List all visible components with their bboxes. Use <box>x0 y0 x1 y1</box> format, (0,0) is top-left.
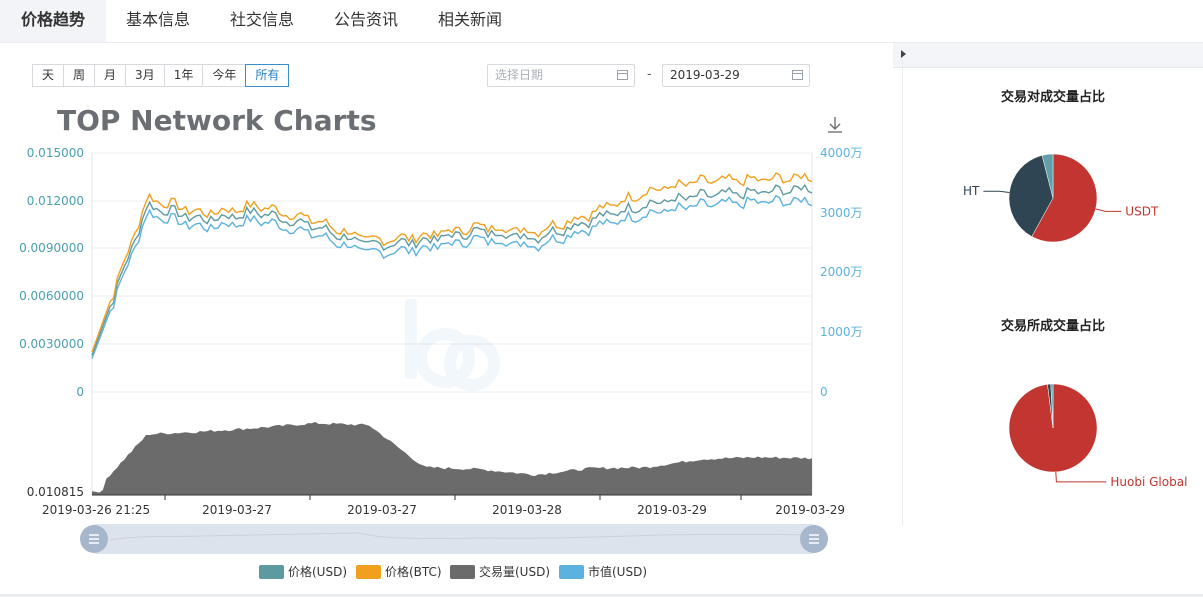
legend-swatch <box>450 565 475 579</box>
x-axis-tick: 2019-03-27 <box>202 503 272 517</box>
volume-area <box>92 422 812 495</box>
right-axis: 4000万 3000万 2000万 1000万 0 <box>820 146 863 399</box>
pie1-chart: USDT HT <box>963 153 1159 243</box>
x-axis-tick: 2019-03-29 <box>775 503 845 517</box>
left-axis-tick: 0.0060000 <box>19 289 84 303</box>
pie1-label: USDT <box>1125 204 1159 218</box>
pie2-label: Huobi Global <box>1110 475 1187 489</box>
pie1-label-line <box>1095 208 1122 212</box>
legend-label: 市值(USD) <box>588 564 647 579</box>
download-icon[interactable] <box>828 117 842 133</box>
left-axis-tick: 0.0030000 <box>19 337 84 351</box>
legend-item-market-cap[interactable]: 市值(USD) <box>559 564 647 579</box>
period-all-button[interactable]: 所有 <box>245 64 290 87</box>
left-axis: 0.015000 0.012000 0.0090000 0.0060000 0.… <box>19 146 84 399</box>
legend-label: 交易量(USD) <box>479 564 550 579</box>
legend-swatch <box>356 565 381 579</box>
x-axis-ticks <box>164 495 742 500</box>
right-axis-tick: 3000万 <box>820 206 863 220</box>
tab-social-info[interactable]: 社交信息 <box>210 0 314 42</box>
x-axis-tick: 2019-03-28 <box>492 503 562 517</box>
legend-label: 价格(USD) <box>288 564 347 579</box>
legend-label: 价格(BTC) <box>385 564 442 579</box>
watermark-logo <box>405 299 500 391</box>
left-axis-tick: 0.015000 <box>27 146 84 160</box>
legend: 价格(USD) 价格(BTC) 交易量(USD) 市值(USD) <box>259 564 647 579</box>
x-axis-labels: 2019-03-26 21:25 2019-03-27 2019-03-27 2… <box>42 503 845 517</box>
legend-swatch <box>259 565 284 579</box>
right-axis-tick: 4000万 <box>820 146 863 160</box>
pie1-label-line <box>983 190 1010 193</box>
tab-announcements[interactable]: 公告资讯 <box>314 0 418 42</box>
pie1-label: HT <box>963 184 980 198</box>
left-axis-tick: 0 <box>76 385 84 399</box>
legend-swatch <box>559 565 584 579</box>
tab-basic-info[interactable]: 基本信息 <box>106 0 210 42</box>
chart-panel: 天 周 月 3月 1年 今年 所有 选择日期 - 2019-03-29 TOP … <box>0 43 892 595</box>
tab-price-trend[interactable]: 价格趋势 <box>0 0 106 42</box>
x-axis-tick: 2019-03-29 <box>637 503 707 517</box>
price-chart: TOP Network Charts 0.015000 0.012000 0.0… <box>19 104 863 579</box>
right-axis-tick: 2000万 <box>820 265 863 279</box>
pie2-chart: Huobi Global <box>1008 383 1187 489</box>
legend-item-volume[interactable]: 交易量(USD) <box>450 564 550 579</box>
left-axis-tick: 0.012000 <box>27 194 84 208</box>
right-axis-tick: 0 <box>820 385 828 399</box>
x-axis-tick: 2019-03-26 21:25 <box>42 503 150 517</box>
volume-min-label: 0.010815 <box>27 485 84 499</box>
zoom-handle-right[interactable] <box>800 525 828 553</box>
legend-item-price-usd[interactable]: 价格(USD) <box>259 564 347 579</box>
pie-charts: USDT HT Huobi Global <box>963 153 1187 489</box>
left-axis-tick: 0.0090000 <box>19 241 84 255</box>
tab-bar: 价格趋势 基本信息 社交信息 公告资讯 相关新闻 <box>0 0 1203 43</box>
pie2-label-line <box>1055 471 1107 483</box>
volume-series <box>92 422 812 495</box>
tab-related-news[interactable]: 相关新闻 <box>418 0 522 42</box>
legend-item-price-btc[interactable]: 价格(BTC) <box>356 564 442 579</box>
zoom-handle-left[interactable] <box>80 525 108 553</box>
right-axis-tick: 1000万 <box>820 325 863 339</box>
zoom-slider[interactable] <box>80 524 828 554</box>
chart-title: TOP Network Charts <box>57 104 377 137</box>
x-axis-tick: 2019-03-27 <box>347 503 417 517</box>
